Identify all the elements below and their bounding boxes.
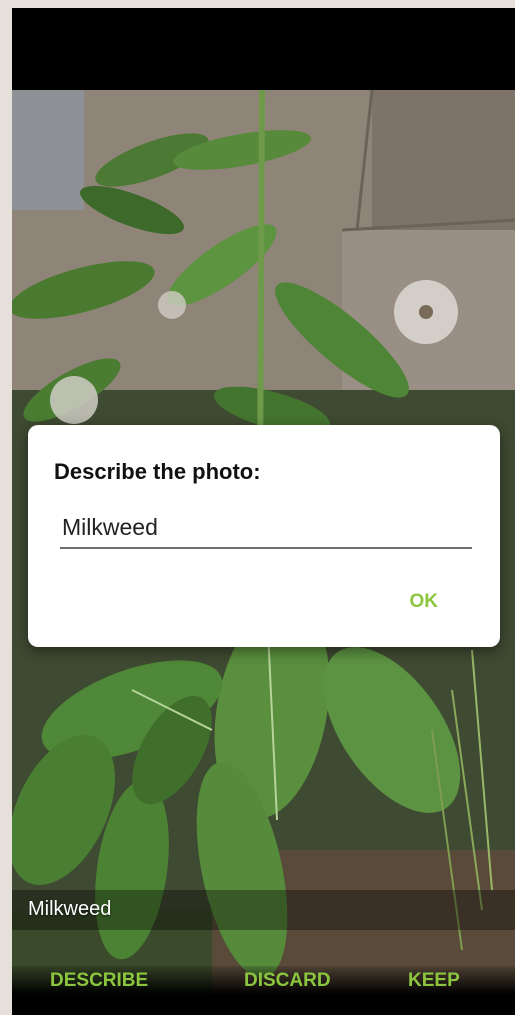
dialog-title: Describe the photo:: [54, 459, 261, 484]
app-screen: Milkweed DESCRIBE DISCARD KEEP Describe …: [12, 8, 515, 1015]
description-input[interactable]: [60, 507, 472, 549]
keep-button[interactable]: KEEP: [408, 970, 460, 992]
describe-dialog: Describe the photo: OK: [28, 425, 500, 647]
describe-button[interactable]: DESCRIBE: [50, 970, 148, 992]
discard-button[interactable]: DISCARD: [244, 970, 331, 992]
ok-button[interactable]: OK: [410, 591, 439, 613]
photo-caption: Milkweed: [28, 898, 112, 920]
